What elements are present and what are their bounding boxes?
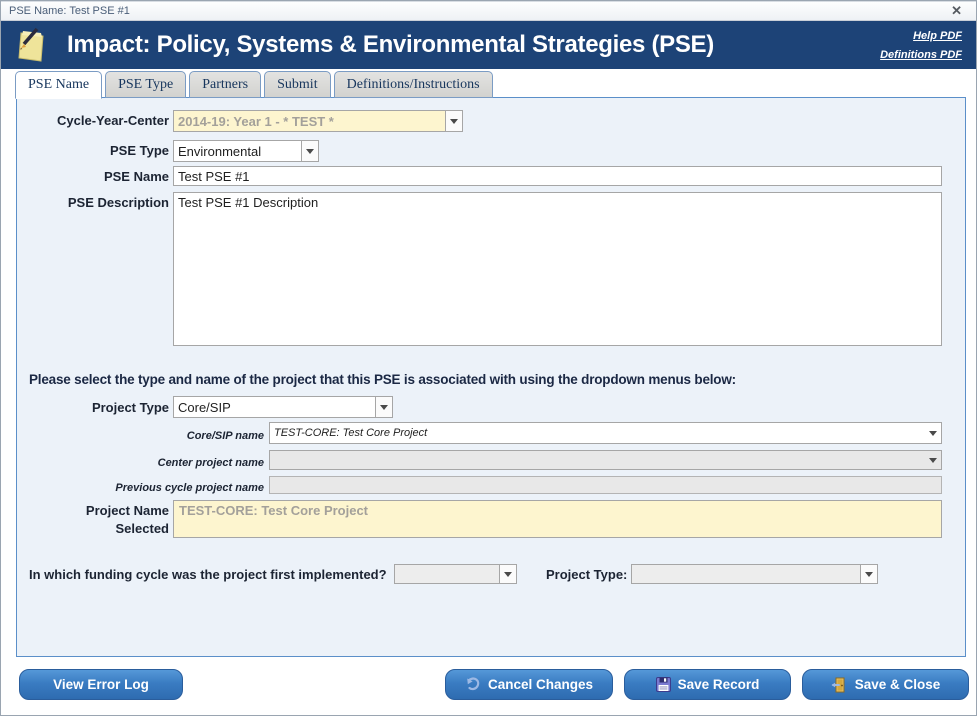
funding-cycle-question-label: In which funding cycle was the project f… <box>29 567 391 583</box>
dropdown-arrow-icon[interactable] <box>445 111 462 131</box>
dropdown-arrow-icon[interactable] <box>924 423 941 443</box>
floppy-disk-icon <box>656 677 671 692</box>
project-association-instruction: Please select the type and name of the p… <box>29 372 736 387</box>
center-project-name-label: Center project name <box>1 455 264 471</box>
pse-type-label: PSE Type <box>1 143 169 159</box>
tab-pse-type[interactable]: PSE Type <box>105 71 186 98</box>
dropdown-arrow-icon[interactable] <box>860 565 877 583</box>
tab-label: Partners <box>202 77 248 93</box>
definitions-pdf-link[interactable]: Definitions PDF <box>880 49 962 61</box>
project-type-label: Project Type <box>1 400 169 416</box>
project-type-2-select[interactable] <box>631 564 878 584</box>
cancel-changes-button[interactable]: Cancel Changes <box>445 669 613 700</box>
tab-label: PSE Type <box>118 77 173 93</box>
dropdown-arrow-icon[interactable] <box>375 397 392 417</box>
dropdown-arrow-icon[interactable] <box>499 565 516 583</box>
pse-form-window: PSE Name: Test PSE #1 ✕ Impact: Policy, … <box>0 0 977 716</box>
tab-strip: PSE Name PSE Type Partners Submit Defini… <box>15 71 493 98</box>
page-title: Impact: Policy, Systems & Environmental … <box>67 31 714 59</box>
app-header: Impact: Policy, Systems & Environmental … <box>1 21 976 69</box>
project-name-selected-value: TEST-CORE: Test Core Project <box>179 503 368 518</box>
pse-type-value: Environmental <box>174 144 301 159</box>
close-icon[interactable]: ✕ <box>945 3 968 19</box>
door-exit-icon <box>831 677 848 693</box>
pse-name-label: PSE Name <box>1 169 169 185</box>
tab-pse-name[interactable]: PSE Name <box>15 71 102 99</box>
project-name-selected-label: Project Name Selected <box>79 502 169 538</box>
note-pencil-icon <box>15 27 49 63</box>
funding-cycle-select[interactable] <box>394 564 517 584</box>
previous-cycle-project-name-label: Previous cycle project name <box>1 480 264 496</box>
help-pdf-link[interactable]: Help PDF <box>913 30 962 42</box>
core-sip-name-label: Core/SIP name <box>1 428 264 444</box>
tab-label: Definitions/Instructions <box>347 77 480 93</box>
view-error-log-button[interactable]: View Error Log <box>19 669 183 700</box>
tab-label: Submit <box>277 77 317 93</box>
core-sip-name-select[interactable]: TEST-CORE: Test Core Project <box>269 422 942 444</box>
pse-name-input[interactable] <box>173 166 942 186</box>
project-type-select[interactable]: Core/SIP <box>173 396 393 418</box>
button-label: View Error Log <box>53 677 149 692</box>
center-project-name-select[interactable] <box>269 450 942 470</box>
undo-icon <box>465 677 481 693</box>
cycle-year-center-label: Cycle-Year-Center <box>1 113 169 129</box>
tab-label: PSE Name <box>28 77 89 93</box>
project-type-2-label: Project Type: <box>546 567 628 583</box>
dropdown-arrow-icon[interactable] <box>301 141 318 161</box>
button-label: Save & Close <box>855 677 941 692</box>
cycle-year-center-select[interactable]: 2014-19: Year 1 - * TEST * <box>173 110 463 132</box>
tab-submit[interactable]: Submit <box>264 71 330 98</box>
dropdown-arrow-icon[interactable] <box>924 451 941 469</box>
pse-type-select[interactable]: Environmental <box>173 140 319 162</box>
save-and-close-button[interactable]: Save & Close <box>802 669 969 700</box>
pse-description-label: PSE Description <box>1 195 169 211</box>
core-sip-name-value: TEST-CORE: Test Core Project <box>270 427 924 439</box>
tab-definitions-instructions[interactable]: Definitions/Instructions <box>334 71 493 98</box>
previous-cycle-project-name-field[interactable] <box>269 476 942 494</box>
project-name-selected-field: TEST-CORE: Test Core Project <box>173 500 942 538</box>
footer-bar: View Error Log Cancel Changes Save Recor… <box>1 657 976 716</box>
project-type-value: Core/SIP <box>174 400 375 415</box>
header-links: Help PDF Definitions PDF <box>880 30 962 61</box>
button-label: Save Record <box>678 677 760 692</box>
pse-description-textarea[interactable]: Test PSE #1 Description <box>173 192 942 346</box>
titlebar: PSE Name: Test PSE #1 ✕ <box>1 1 976 21</box>
button-label: Cancel Changes <box>488 677 593 692</box>
tab-partners[interactable]: Partners <box>189 71 261 98</box>
window-title: PSE Name: Test PSE #1 <box>9 5 945 17</box>
cycle-year-center-value: 2014-19: Year 1 - * TEST * <box>174 114 445 129</box>
save-record-button[interactable]: Save Record <box>624 669 791 700</box>
